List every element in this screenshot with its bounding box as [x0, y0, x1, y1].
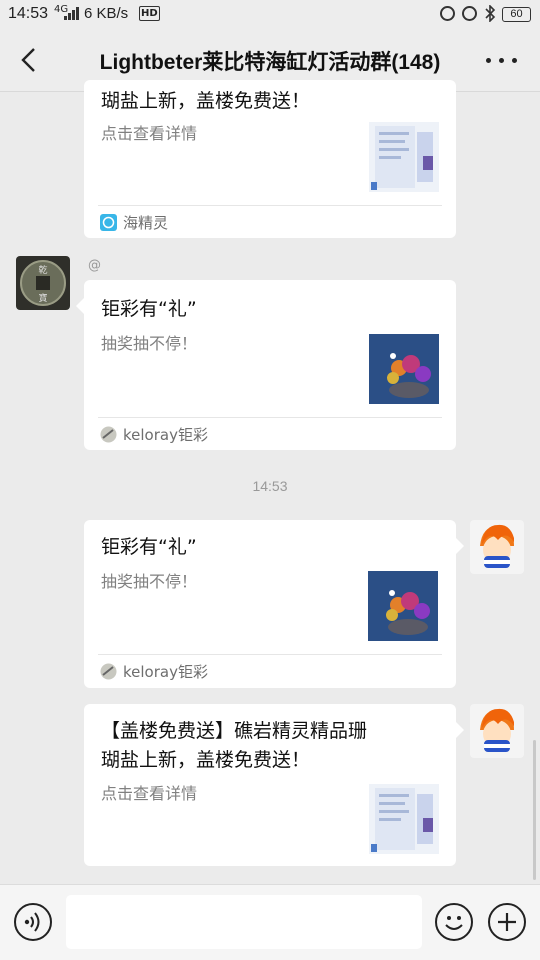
status-time: 14:53 — [8, 5, 49, 22]
voice-button[interactable] — [14, 903, 52, 941]
more-dots-icon — [486, 58, 491, 63]
plus-icon — [498, 913, 516, 931]
card-source-name: 海精灵 — [123, 214, 169, 232]
cartoon-avatar-icon — [480, 708, 514, 752]
message-card[interactable]: 钜彩有“礼” 抽奖抽不停！ keloray钜彩 — [84, 520, 456, 688]
card-source-name: keloray钜彩 — [123, 426, 208, 444]
message-input[interactable] — [66, 895, 422, 949]
card-source: keloray钜彩 — [100, 424, 208, 445]
message-card[interactable]: 【盖楼免费送】礁岩精灵精品珊 瑚盐上新，盖楼免费送！ 点击查看详情 — [84, 704, 456, 866]
emoji-button[interactable] — [435, 903, 473, 941]
more-button[interactable] — [484, 44, 520, 74]
card-source-name: keloray钜彩 — [123, 663, 208, 681]
plus-button[interactable] — [488, 903, 526, 941]
card-thumbnail — [368, 571, 438, 641]
sender-name: @ — [88, 258, 101, 273]
card-description: 点击查看详情 — [101, 124, 198, 143]
input-bar — [0, 884, 540, 960]
card-thumbnail — [369, 334, 439, 404]
eye-comfort-icon — [440, 6, 455, 21]
avatar[interactable]: 乾 寶 — [16, 256, 70, 310]
keloray-logo-icon — [100, 663, 117, 680]
card-source: keloray钜彩 — [100, 661, 208, 682]
chevron-left-icon — [21, 48, 35, 72]
bluetooth-icon — [485, 5, 496, 22]
card-title-line1: 【盖楼免费送】礁岩精灵精品珊 — [101, 720, 368, 742]
chat-timestamp: 14:53 — [252, 478, 288, 494]
back-button[interactable] — [18, 46, 40, 74]
chat-title: Lightbeter莱比特海缸灯活动群(148) — [99, 51, 441, 74]
svg-text:乾: 乾 — [38, 264, 47, 276]
card-source: 海精灵 — [100, 212, 168, 233]
scrollbar[interactable] — [533, 740, 536, 880]
battery-indicator: 60 — [502, 7, 531, 22]
coin-avatar-icon: 乾 寶 — [20, 260, 66, 306]
card-title: 瑚盐上新，盖楼免费送！ — [101, 90, 311, 112]
card-description: 抽奖抽不停！ — [101, 334, 198, 353]
voice-icon — [24, 912, 40, 932]
card-description: 抽奖抽不停！ — [101, 572, 198, 591]
svg-text:寶: 寶 — [38, 292, 47, 304]
card-title: 钜彩有“礼” — [101, 536, 197, 558]
card-title-line2: 瑚盐上新，盖楼免费送！ — [101, 749, 311, 771]
avatar[interactable] — [470, 704, 524, 758]
status-bar: 14:53 4G 6 KB/s HD 60 — [0, 0, 540, 28]
network-speed: 6 KB/s — [84, 5, 129, 22]
cartoon-avatar-icon — [480, 524, 514, 568]
signal-icon — [64, 7, 79, 20]
message-card[interactable]: 钜彩有“礼” 抽奖抽不停！ keloray钜彩 — [84, 280, 456, 450]
avatar[interactable] — [470, 520, 524, 574]
card-title: 钜彩有“礼” — [101, 298, 197, 320]
card-thumbnail — [369, 122, 439, 192]
keloray-logo-icon — [100, 426, 117, 443]
lock-icon — [462, 6, 477, 21]
card-description: 点击查看详情 — [101, 784, 198, 803]
emoji-icon — [445, 916, 463, 930]
message-card[interactable]: 瑚盐上新，盖楼免费送！ 点击查看详情 海精灵 — [84, 80, 456, 238]
card-thumbnail — [369, 784, 439, 854]
hd-badge: HD — [139, 6, 160, 21]
mini-program-icon — [100, 214, 117, 231]
